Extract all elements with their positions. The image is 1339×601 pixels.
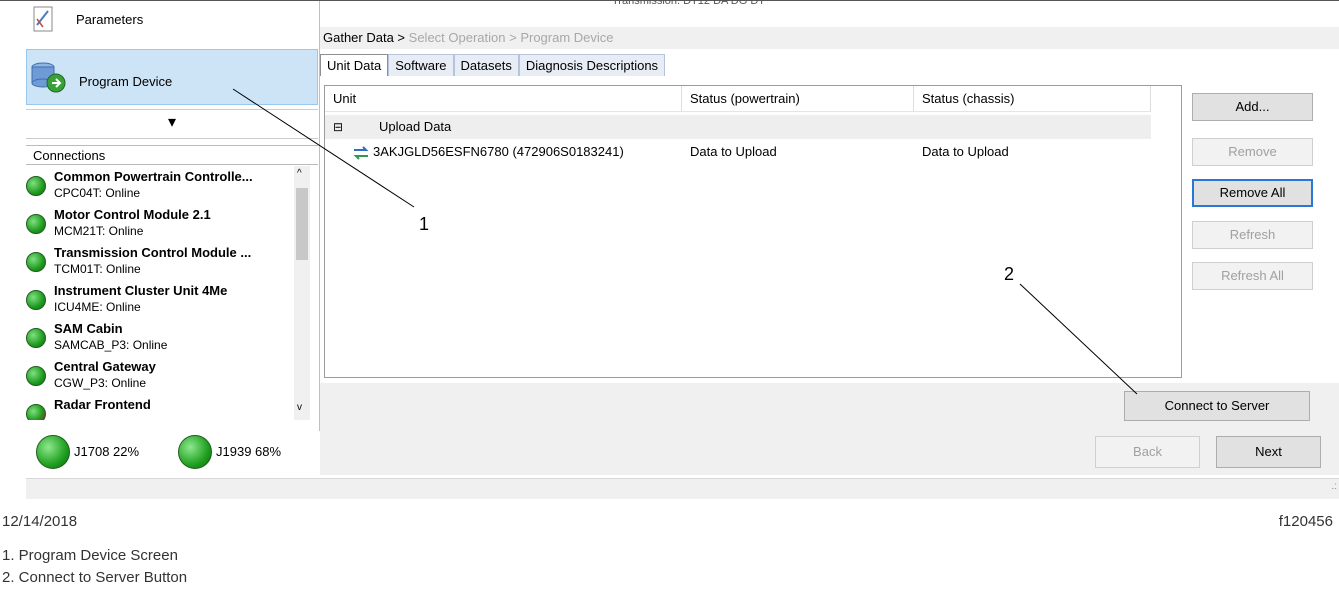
- app-window: Transmission: DT12 DA DG DT Parameters P…: [0, 0, 1339, 505]
- caption-figure-id: f120456: [1278, 513, 1333, 530]
- caption-date: 12/14/2018: [2, 513, 78, 530]
- callout-number-2: 2: [1004, 264, 1015, 284]
- callout-lines: [232, 88, 1138, 395]
- caption-item-1: 1. Program Device Screen: [2, 547, 178, 564]
- caption-item-2: 2. Connect to Server Button: [2, 569, 188, 586]
- callout-number-1: 1: [419, 214, 430, 234]
- callout-line-2: [1019, 283, 1138, 395]
- callout-line-1: [232, 88, 415, 208]
